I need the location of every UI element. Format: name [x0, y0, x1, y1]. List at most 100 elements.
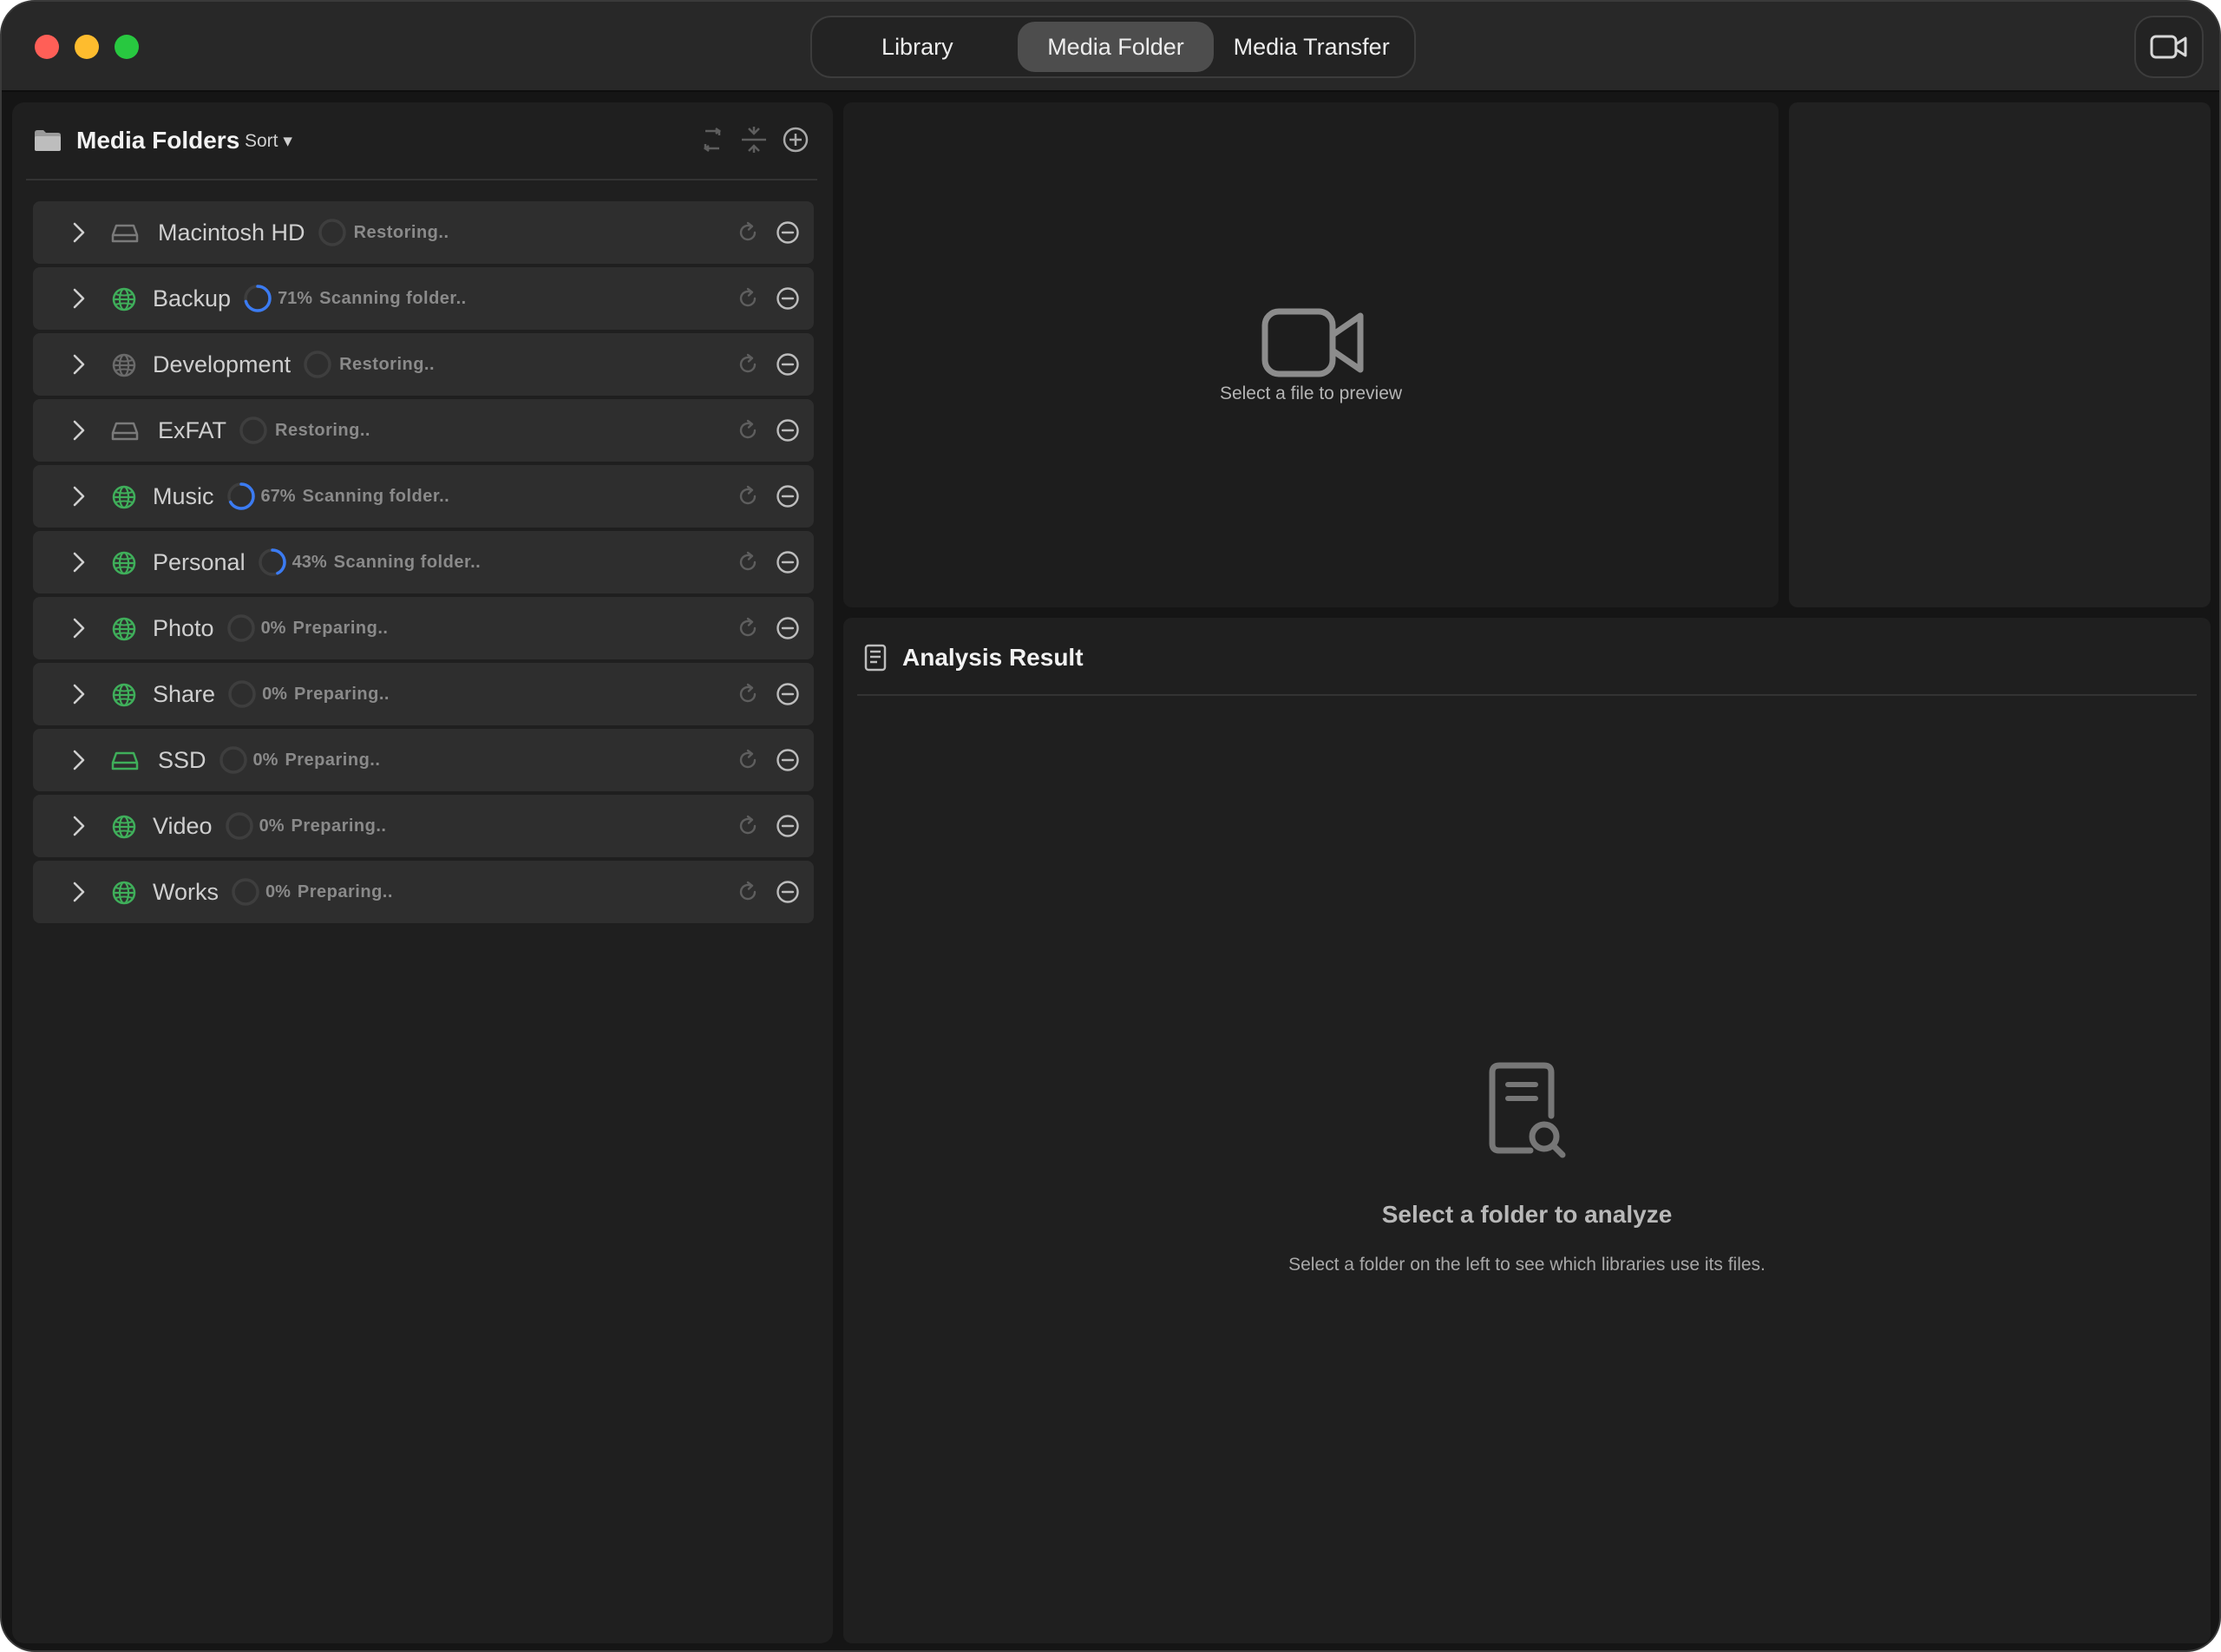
tab-media-folder[interactable]: Media Folder	[1017, 22, 1215, 72]
remove-folder-icon[interactable]	[776, 682, 800, 711]
remove-folder-icon[interactable]	[776, 748, 800, 777]
chevron-right-icon[interactable]	[71, 882, 87, 907]
network-globe-icon	[111, 352, 137, 383]
progress-percent: 0%	[262, 684, 287, 704]
remove-folder-icon[interactable]	[776, 418, 800, 447]
remove-folder-icon[interactable]	[776, 484, 800, 513]
folder-row[interactable]: Backup 71% Scanning folder..	[33, 267, 814, 330]
folder-status: Restoring..	[339, 354, 436, 374]
chevron-right-icon[interactable]	[71, 420, 87, 445]
progress-percent: 43%	[292, 552, 327, 572]
folder-name: Share	[153, 680, 216, 707]
remove-folder-icon[interactable]	[776, 814, 800, 842]
network-globe-icon	[111, 550, 137, 580]
folder-row[interactable]: Development Restoring..	[33, 333, 814, 396]
document-icon	[864, 644, 887, 672]
folder-row[interactable]: Share 0% Preparing..	[33, 663, 814, 725]
progress-ring	[225, 811, 254, 841]
remove-folder-icon[interactable]	[776, 880, 800, 908]
remove-folder-icon[interactable]	[776, 616, 800, 645]
refresh-icon[interactable]	[736, 418, 760, 447]
folder-row[interactable]: Music 67% Scanning folder..	[33, 465, 814, 528]
video-camera-icon	[1261, 308, 1364, 377]
zoom-window-button[interactable]	[115, 35, 139, 59]
folder-row[interactable]: Personal 43% Scanning folder..	[33, 531, 814, 593]
folder-status: Scanning folder..	[302, 486, 450, 506]
close-window-button[interactable]	[35, 35, 59, 59]
refresh-icon[interactable]	[736, 484, 760, 513]
folder-status: Preparing..	[291, 816, 387, 836]
add-folder-icon[interactable]	[781, 125, 810, 154]
network-globe-icon	[111, 814, 137, 844]
remove-folder-icon[interactable]	[776, 352, 800, 381]
minimize-window-button[interactable]	[75, 35, 99, 59]
chevron-right-icon[interactable]	[71, 288, 87, 313]
chevron-right-icon[interactable]	[71, 552, 87, 577]
folder-row[interactable]: SSD 0% Preparing..	[33, 729, 814, 791]
progress-ring	[231, 877, 260, 907]
remove-folder-icon[interactable]	[776, 286, 800, 315]
media-folders-panel: Media Folders Sort ▾ Macintosh HD Restori…	[12, 102, 833, 1643]
folder-status: Scanning folder..	[333, 552, 482, 572]
analysis-result-panel: Analysis Result Select a folder to analy…	[843, 618, 2211, 1643]
remove-folder-icon[interactable]	[776, 550, 800, 579]
details-panel	[1789, 102, 2211, 607]
refresh-icon[interactable]	[736, 352, 760, 381]
remove-folder-icon[interactable]	[776, 220, 800, 249]
tab-media-transfer[interactable]: Media Transfer	[1214, 22, 1409, 72]
refresh-icon[interactable]	[736, 880, 760, 908]
folder-status: Restoring..	[353, 222, 449, 242]
progress-ring	[243, 284, 272, 313]
folder-name: ExFAT	[158, 416, 227, 443]
network-globe-icon	[111, 616, 137, 646]
title-bar: Library Media Folder Media Transfer	[2, 2, 2219, 92]
chevron-right-icon[interactable]	[71, 750, 87, 775]
folder-name: Video	[153, 812, 213, 839]
network-globe-icon	[111, 682, 137, 712]
drive-icon	[111, 220, 139, 249]
progress-ring	[303, 350, 332, 379]
refresh-icon[interactable]	[736, 616, 760, 645]
chevron-right-icon[interactable]	[71, 816, 87, 841]
chevron-right-icon[interactable]	[71, 486, 87, 511]
folder-status: Preparing..	[297, 882, 393, 901]
chevron-right-icon[interactable]	[71, 222, 87, 247]
folder-row[interactable]: ExFAT Restoring..	[33, 399, 814, 462]
refresh-icon[interactable]	[736, 814, 760, 842]
refresh-icon[interactable]	[736, 748, 760, 777]
header-divider	[26, 179, 817, 180]
folder-row[interactable]: Video 0% Preparing..	[33, 795, 814, 857]
chevron-right-icon[interactable]	[71, 684, 87, 709]
folder-name: Development	[153, 351, 292, 377]
drive-icon	[111, 418, 139, 447]
refresh-icon[interactable]	[736, 682, 760, 711]
folder-status: Restoring..	[275, 420, 370, 440]
video-camera-button[interactable]	[2134, 16, 2204, 78]
progress-ring	[226, 613, 256, 643]
analysis-title: Analysis Result	[902, 644, 1084, 671]
video-camera-icon	[2150, 35, 2187, 59]
network-globe-icon	[111, 880, 137, 910]
chevron-right-icon[interactable]	[71, 354, 87, 379]
folder-status: Scanning folder..	[319, 288, 467, 308]
folder-row[interactable]: Works 0% Preparing..	[33, 861, 814, 923]
collapse-icon[interactable]	[739, 125, 769, 154]
sort-menu[interactable]: Sort ▾	[245, 130, 292, 152]
progress-percent: 0%	[260, 618, 286, 638]
folder-name: SSD	[158, 746, 206, 773]
folder-name: Personal	[153, 548, 246, 575]
chevron-right-icon[interactable]	[71, 618, 87, 643]
folder-row[interactable]: Macintosh HD Restoring..	[33, 201, 814, 264]
tab-library[interactable]: Library	[817, 22, 1018, 72]
folder-list: Macintosh HD Restoring.. Backup 71% Scanning…	[33, 201, 814, 927]
progress-percent: 67%	[260, 486, 296, 506]
folder-row[interactable]: Photo 0% Preparing..	[33, 597, 814, 659]
folder-name: Backup	[153, 285, 232, 311]
progress-ring	[258, 547, 287, 577]
document-search-icon	[1489, 1062, 1566, 1158]
sync-icon[interactable]	[698, 125, 727, 154]
refresh-icon[interactable]	[736, 550, 760, 579]
refresh-icon[interactable]	[736, 220, 760, 249]
refresh-icon[interactable]	[736, 286, 760, 315]
file-preview-panel: Select a file to preview	[843, 102, 1779, 607]
